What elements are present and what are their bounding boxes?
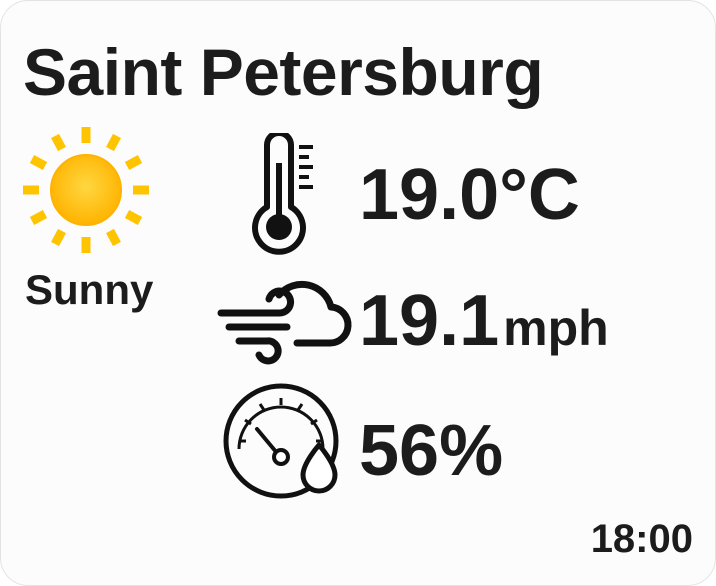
update-time: 18:00 bbox=[590, 517, 693, 561]
temperature-value: 19.0°C bbox=[359, 155, 580, 235]
thermometer-icon bbox=[252, 133, 313, 255]
sun-icon bbox=[23, 127, 149, 253]
wind-speed: 19.1mph bbox=[359, 285, 609, 357]
humidity-value: 56% bbox=[359, 411, 504, 491]
humidity-gauge-icon bbox=[223, 383, 339, 499]
condition-label: Sunny bbox=[25, 266, 154, 313]
wind-speed-value: 19.1 bbox=[359, 281, 500, 361]
city-name: Saint Petersburg bbox=[23, 35, 544, 109]
weather-widget: Saint Petersburg Sunny 19.0°C 19.1mph 56… bbox=[0, 0, 716, 586]
wind-speed-unit: mph bbox=[503, 300, 609, 356]
wind-cloud-icon bbox=[217, 280, 352, 365]
